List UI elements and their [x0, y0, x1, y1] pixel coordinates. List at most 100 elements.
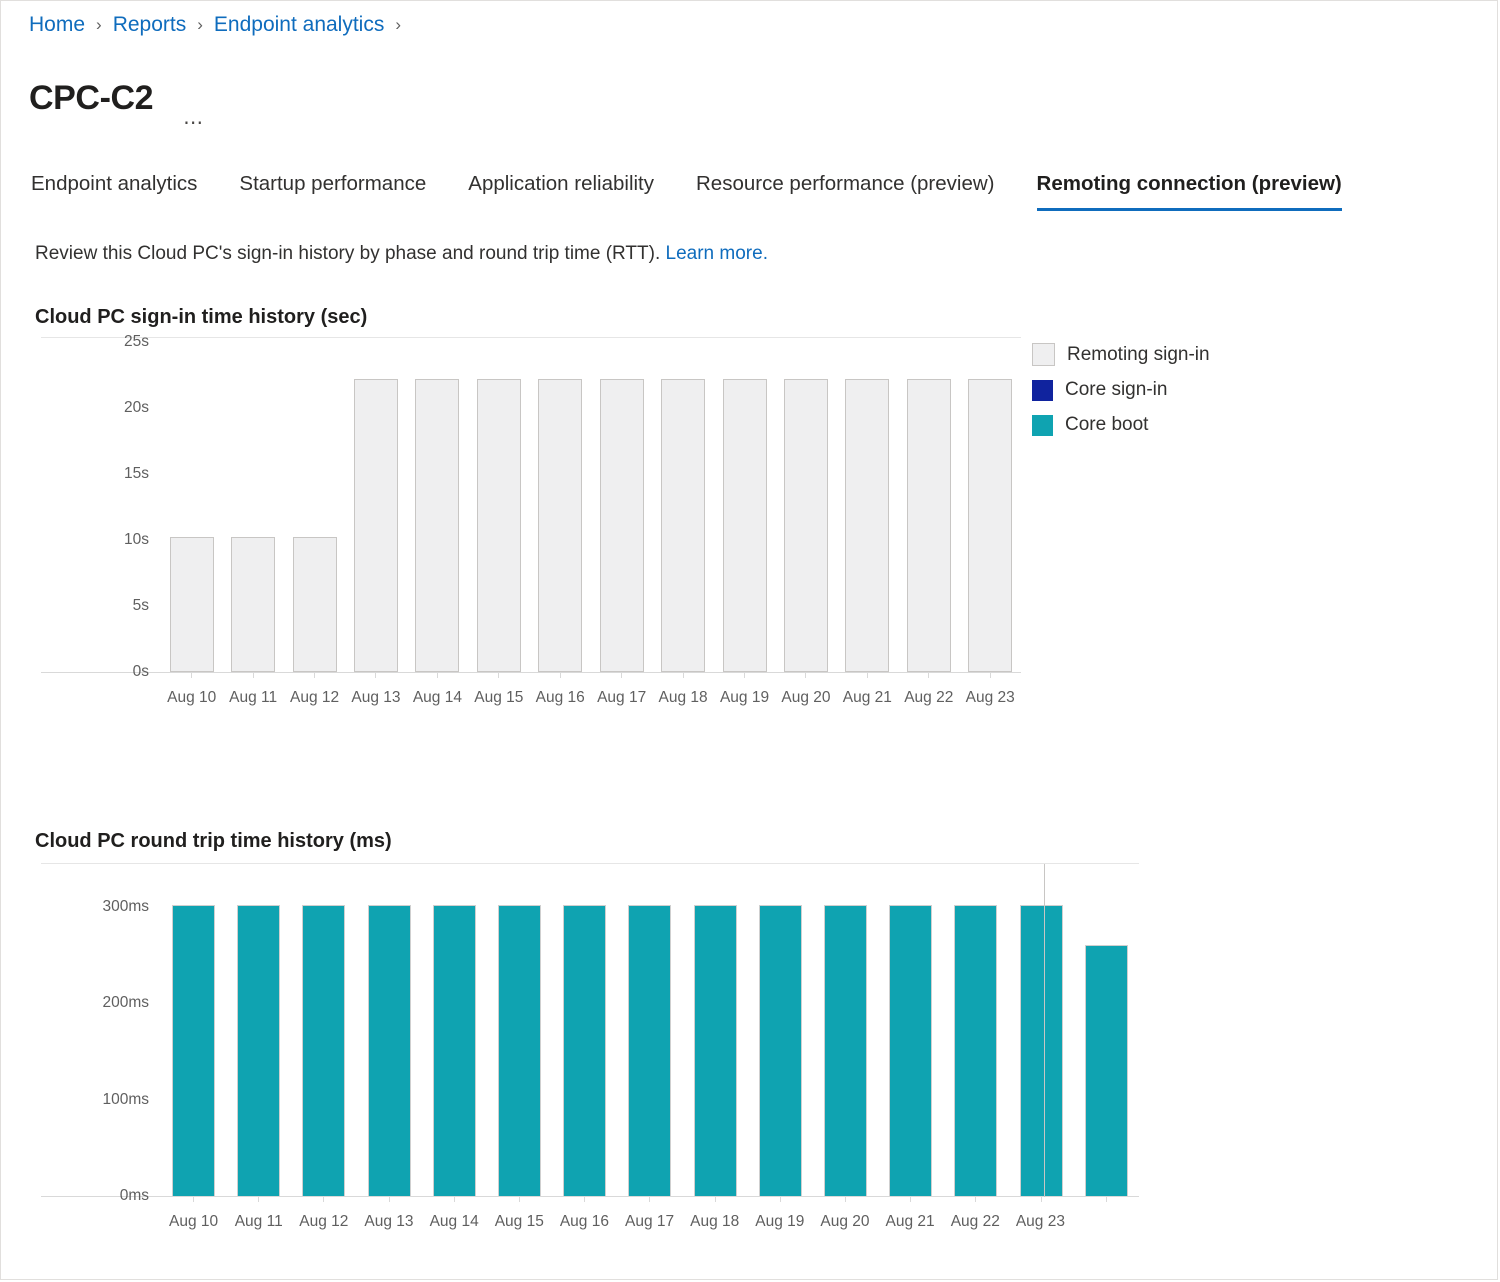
bar[interactable] [783, 378, 828, 672]
bar[interactable] [432, 904, 476, 1196]
bar-slot[interactable] [775, 342, 836, 678]
x-axis-tick [314, 672, 316, 678]
bar-slot[interactable] [878, 868, 943, 1202]
bar[interactable] [845, 378, 890, 672]
bar[interactable] [661, 378, 706, 672]
legend-label: Core boot [1065, 414, 1149, 435]
bar[interactable] [169, 537, 214, 672]
bar-slot[interactable] [898, 342, 959, 678]
breadcrumb-item-reports[interactable]: Reports [113, 11, 187, 39]
bar[interactable] [498, 904, 542, 1196]
x-axis-tick-label: Aug 16 [559, 1213, 609, 1230]
bar[interactable] [954, 904, 998, 1196]
page-description: Review this Cloud PC's sign-in history b… [35, 241, 768, 267]
bar-slot[interactable] [714, 342, 775, 678]
bar[interactable] [823, 904, 867, 1196]
bar-slot[interactable] [222, 342, 283, 678]
x-axis-tick-label: Aug 22 [950, 1213, 1000, 1230]
bar[interactable] [599, 378, 644, 672]
bar[interactable] [231, 537, 276, 672]
bar-group [161, 868, 1139, 1202]
bar[interactable] [353, 378, 398, 672]
bar-slot[interactable] [284, 342, 345, 678]
bar[interactable] [415, 378, 460, 672]
bar-slot[interactable] [959, 342, 1020, 678]
x-axis-tick-label: Aug 22 [904, 689, 954, 706]
bar-slot[interactable] [291, 868, 356, 1202]
x-axis-tick [805, 672, 807, 678]
bar[interactable] [628, 904, 672, 1196]
bar-slot[interactable] [837, 342, 898, 678]
bar-slot[interactable] [487, 868, 552, 1202]
legend-label: Remoting sign-in [1067, 343, 1210, 365]
bar-slot[interactable] [943, 868, 1008, 1202]
bar[interactable] [563, 904, 607, 1196]
x-axis-tick [1040, 1196, 1042, 1202]
bar[interactable] [237, 904, 281, 1196]
breadcrumb-item-home[interactable]: Home [29, 11, 85, 39]
bar-slot[interactable] [813, 868, 878, 1202]
bar[interactable] [889, 904, 933, 1196]
bar-slot[interactable] [591, 342, 652, 678]
bar[interactable] [292, 537, 337, 672]
x-axis-tick [388, 1196, 390, 1202]
x-axis-tick-label: Aug 11 [229, 689, 278, 706]
y-axis-tick-label: 0s [132, 663, 149, 680]
tab-remoting-connection[interactable]: Remoting connection (preview) [1036, 171, 1343, 211]
bar[interactable] [693, 904, 737, 1196]
bar-slot[interactable] [422, 868, 487, 1202]
x-axis-tick [584, 1196, 586, 1202]
rtt-chart-title: Cloud PC round trip time history (ms) [35, 830, 392, 852]
bar[interactable] [476, 378, 521, 672]
bar[interactable] [906, 378, 951, 672]
more-options-icon[interactable]: ⋯ [183, 110, 204, 143]
bar-slot[interactable] [161, 342, 222, 678]
bar[interactable] [1019, 904, 1063, 1196]
bar-slot[interactable] [552, 868, 617, 1202]
x-axis-tick [453, 1196, 455, 1202]
legend-item-core-boot[interactable]: Core boot [1032, 414, 1210, 436]
x-axis-tick-label: Aug 20 [820, 1213, 870, 1230]
bar[interactable] [367, 904, 411, 1196]
x-axis-tick-label: Aug 10 [167, 689, 217, 706]
breadcrumb: Home › Reports › Endpoint analytics › [29, 11, 412, 39]
legend-swatch-icon [1032, 379, 1053, 401]
y-axis-tick-label: 200ms [102, 994, 149, 1012]
x-axis-tick-label: Aug 15 [474, 689, 524, 706]
bar-slot[interactable] [161, 868, 226, 1202]
breadcrumb-separator-icon: › [197, 15, 203, 34]
breadcrumb-item-endpoint-analytics[interactable]: Endpoint analytics [214, 11, 384, 39]
bar[interactable] [302, 904, 346, 1196]
legend-item-remoting-sign-in[interactable]: Remoting sign-in [1032, 343, 1210, 366]
bar-slot[interactable] [226, 868, 291, 1202]
bar-slot[interactable] [1074, 868, 1139, 1202]
bar[interactable] [1084, 945, 1128, 1196]
bar-slot[interactable] [683, 868, 748, 1202]
bar-slot[interactable] [468, 342, 529, 678]
x-axis-tick-label: Aug 10 [169, 1213, 219, 1230]
bar[interactable] [758, 904, 802, 1196]
learn-more-link[interactable]: Learn more. [666, 243, 768, 264]
bar-slot[interactable] [345, 342, 406, 678]
bar[interactable] [722, 378, 767, 672]
tab-resource-performance[interactable]: Resource performance (preview) [696, 171, 995, 211]
bar[interactable] [538, 378, 583, 672]
tab-startup-performance[interactable]: Startup performance [239, 171, 426, 211]
tab-endpoint-analytics[interactable]: Endpoint analytics [31, 171, 197, 211]
bar-slot[interactable] [407, 342, 468, 678]
bar[interactable] [968, 378, 1013, 672]
chart-top-rule [41, 863, 1139, 864]
bar-slot[interactable] [652, 342, 713, 678]
x-axis-tick [193, 1196, 195, 1202]
legend-item-core-sign-in[interactable]: Core sign-in [1032, 379, 1210, 401]
bar-slot[interactable] [748, 868, 813, 1202]
bar-slot[interactable] [530, 342, 591, 678]
bar-slot[interactable] [1008, 868, 1073, 1202]
bar-slot[interactable] [357, 868, 422, 1202]
chart-hover-cursor-line [1044, 864, 1045, 1197]
tab-application-reliability[interactable]: Application reliability [468, 171, 654, 211]
y-axis-tick-label: 15s [124, 465, 149, 482]
bar[interactable] [172, 904, 216, 1196]
x-axis-tick-label: Aug 18 [690, 1213, 740, 1230]
bar-slot[interactable] [617, 868, 682, 1202]
